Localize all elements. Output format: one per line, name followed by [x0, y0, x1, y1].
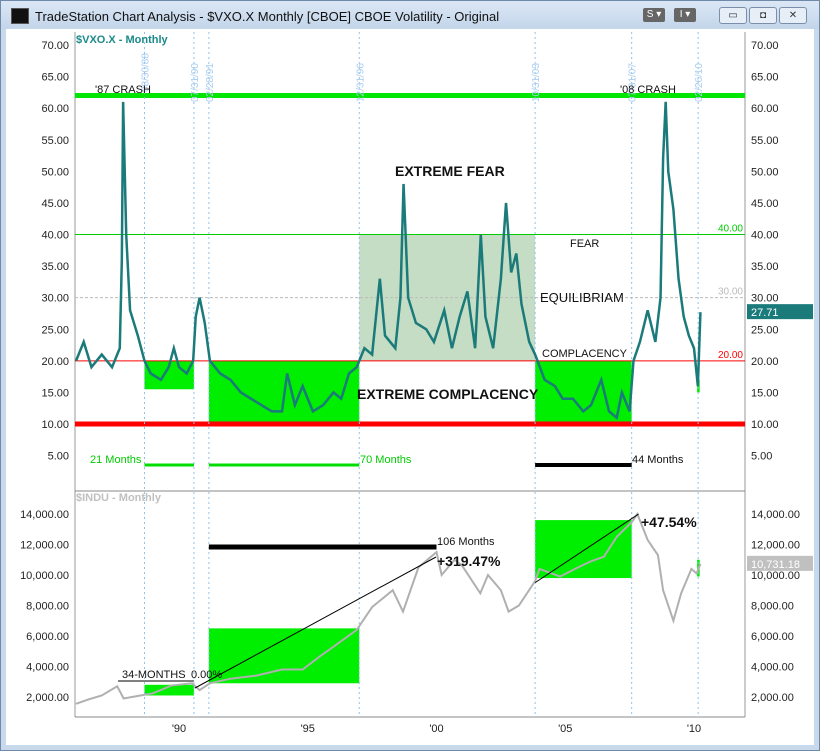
y-tick-left: 8,000.00 — [26, 601, 69, 613]
annotation-equilibrium: EQUILIBRIAM — [540, 290, 624, 305]
y-tick-left: 35.00 — [41, 261, 69, 273]
y-tick-right: 15.00 — [751, 387, 779, 399]
annotation-47-percent: +47.54% — [641, 514, 697, 530]
y-tick-right: 30.00 — [751, 293, 779, 305]
y-tick-left: 10,000.00 — [20, 570, 69, 582]
y-tick-right: 2,000.00 — [751, 692, 794, 704]
annotation-21-months: 21 Months — [90, 454, 142, 466]
y-tick-right: 6,000.00 — [751, 631, 794, 643]
annotation-0-percent: 0.00% — [191, 669, 222, 681]
last-value-indu: 10,731.18 — [751, 559, 800, 571]
y-tick-left: 12,000.00 — [20, 540, 69, 552]
y-tick-left: 40.00 — [41, 230, 69, 242]
x-tick: '00 — [429, 723, 443, 735]
annotation-complacency: COMPLACENCY — [542, 348, 628, 360]
y-tick-left: 50.00 — [41, 166, 69, 178]
x-tick: '10 — [687, 723, 701, 735]
annotation-extreme-complacency: EXTREME COMPLACENCY — [357, 386, 539, 402]
date-label: 10/31/03 — [531, 63, 542, 102]
y-tick-left: 60.00 — [41, 103, 69, 115]
y-tick-left: 55.00 — [41, 135, 69, 147]
y-tick-left: 20.00 — [41, 356, 69, 368]
y-tick-right: 12,000.00 — [751, 540, 800, 552]
y-tick-right: 40.00 — [751, 230, 779, 242]
y-tick-right: 20.00 — [751, 356, 779, 368]
y-tick-right: 70.00 — [751, 40, 779, 52]
x-tick: '05 — [558, 723, 572, 735]
y-tick-right: 65.00 — [751, 72, 779, 84]
y-tick-left: 30.00 — [41, 293, 69, 305]
y-tick-left: 4,000.00 — [26, 662, 69, 674]
annotation-70-months: 70 Months — [360, 454, 412, 466]
y-tick-right: 8,000.00 — [751, 601, 794, 613]
y-tick-left: 10.00 — [41, 419, 69, 431]
hline-label: 40.00 — [718, 224, 743, 235]
y-tick-right: 60.00 — [751, 103, 779, 115]
y-tick-left: 65.00 — [41, 72, 69, 84]
y-tick-left: 25.00 — [41, 324, 69, 336]
pane-title-vxo: $VXO.X - Monthly — [76, 34, 169, 46]
y-tick-left: 2,000.00 — [26, 692, 69, 704]
pane-title-indu: $INDU - Monthly — [76, 492, 162, 504]
y-tick-left: 15.00 — [41, 387, 69, 399]
annotation-08-crash: '08 CRASH — [620, 84, 676, 96]
annotation-44-months: 44 Months — [632, 454, 684, 466]
annotation-319-percent: +319.47% — [437, 553, 501, 569]
date-label: 12/31/96 — [355, 63, 366, 102]
date-label: 02/28/91 — [205, 63, 216, 102]
y-tick-right: 10,000.00 — [751, 570, 800, 582]
x-tick: '90 — [172, 723, 186, 735]
annotation-106-months: 106 Months — [437, 536, 495, 548]
x-tick: '95 — [301, 723, 315, 735]
y-tick-right: 10.00 — [751, 419, 779, 431]
y-tick-right: 55.00 — [751, 135, 779, 147]
y-tick-right: 4,000.00 — [751, 662, 794, 674]
date-label: 07/31/90 — [190, 63, 201, 102]
y-tick-right: 35.00 — [751, 261, 779, 273]
date-label: 02/26/10 — [694, 63, 705, 102]
y-tick-right: 45.00 — [751, 198, 779, 210]
annotation-34-months: 34-MONTHS — [122, 669, 186, 681]
annotation-fear: FEAR — [570, 238, 599, 250]
y-tick-left: 5.00 — [48, 451, 69, 463]
y-tick-left: 14,000.00 — [20, 509, 69, 521]
hline-label: 20.00 — [718, 350, 743, 361]
y-tick-right: 25.00 — [751, 324, 779, 336]
last-value-vxo: 27.71 — [751, 307, 779, 319]
annotation-extreme-fear: EXTREME FEAR — [395, 163, 505, 179]
y-tick-left: 70.00 — [41, 40, 69, 52]
chart[interactable]: 40.0030.0020.0008/30/88 07/31/90 02/28/91 1… — [0, 0, 820, 751]
annotation-87-crash: '87 CRASH — [95, 84, 151, 96]
hline-label: 30.00 — [718, 287, 743, 298]
indu-box — [208, 628, 360, 684]
y-tick-right: 50.00 — [751, 166, 779, 178]
y-tick-left: 6,000.00 — [26, 631, 69, 643]
y-tick-right: 5.00 — [751, 451, 772, 463]
y-tick-left: 45.00 — [41, 198, 69, 210]
date-label: 07/31/07 — [628, 63, 639, 102]
y-tick-right: 14,000.00 — [751, 509, 800, 521]
